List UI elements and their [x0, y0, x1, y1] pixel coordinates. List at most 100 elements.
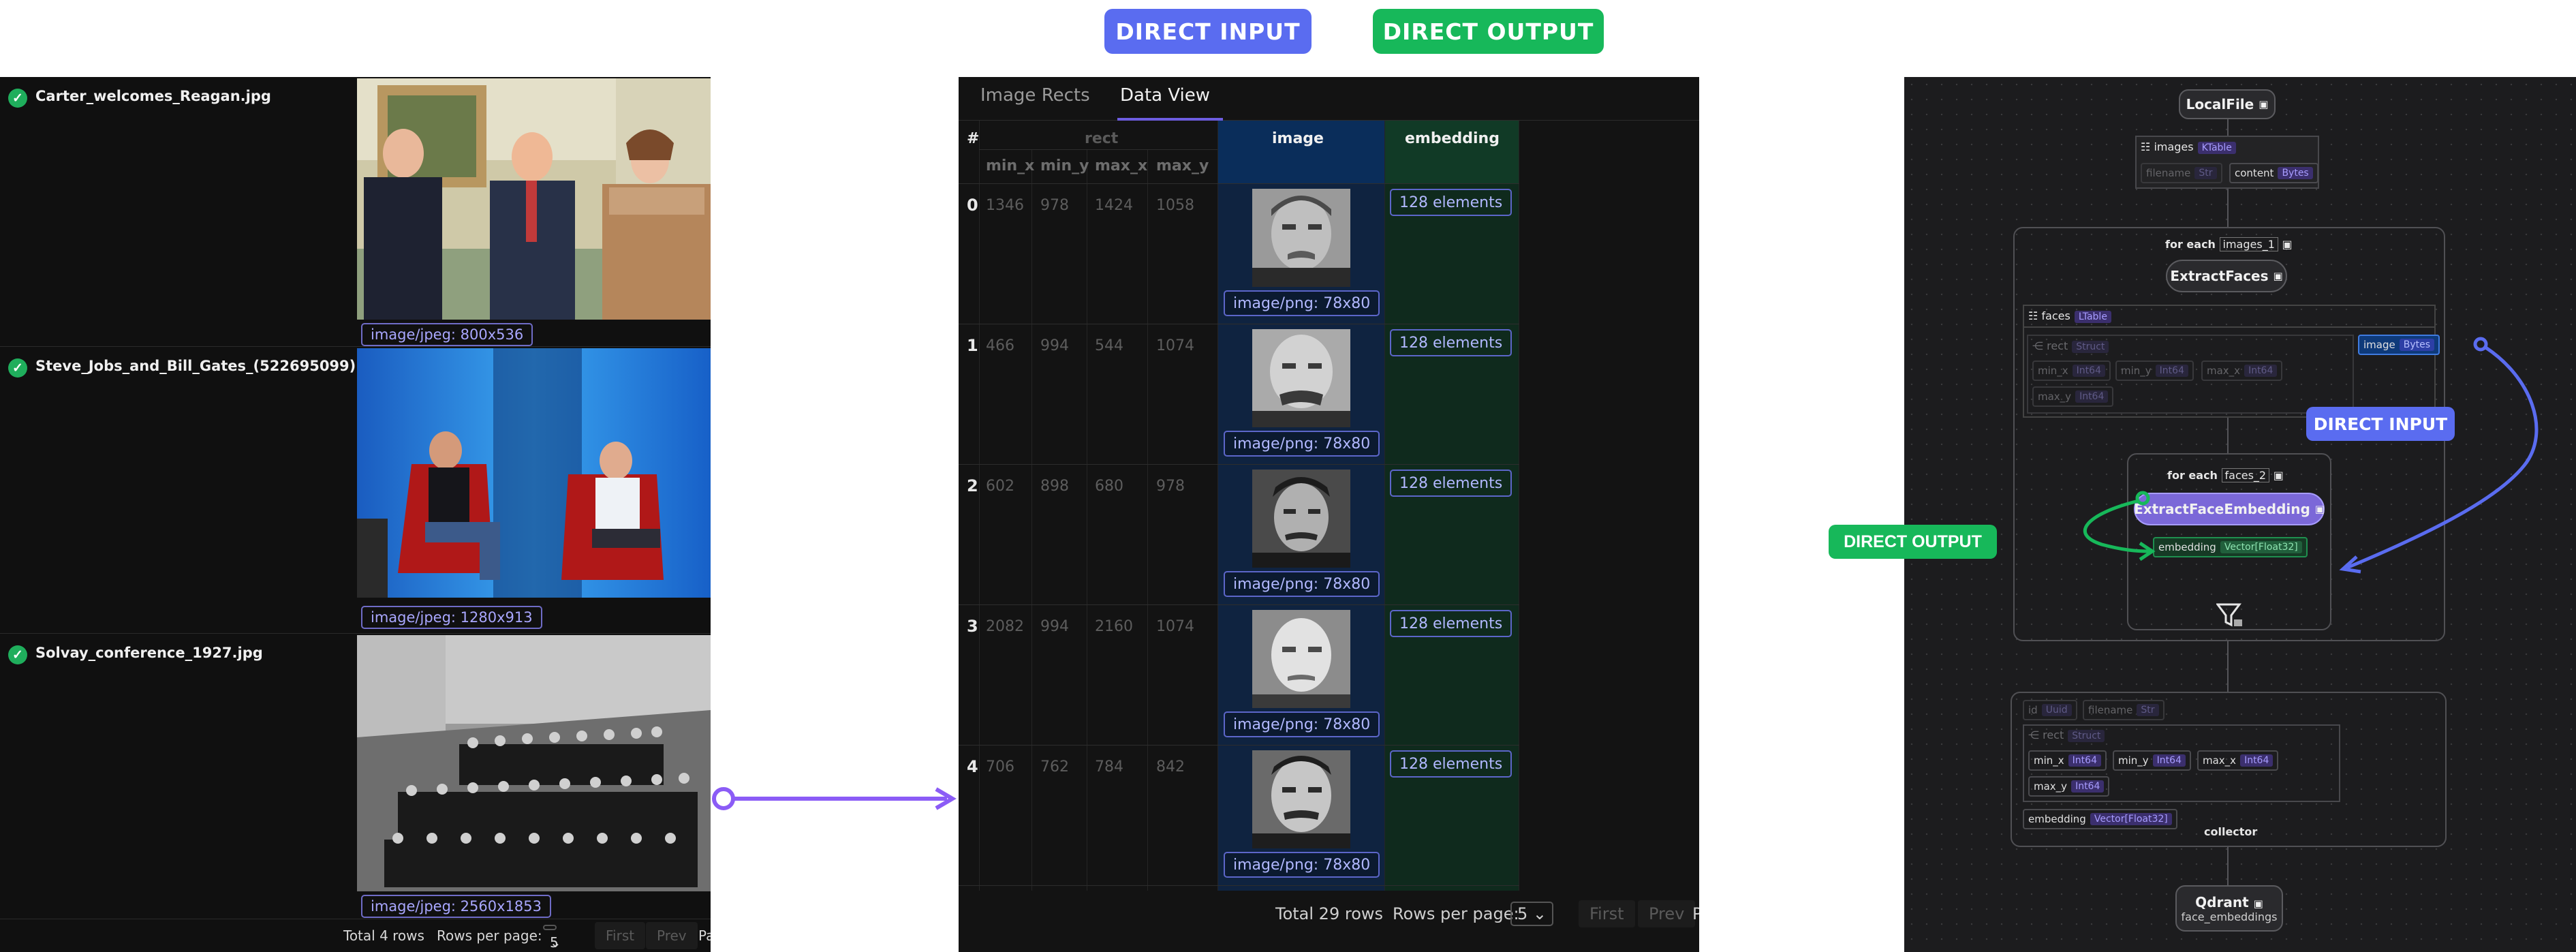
face-thumbnail[interactable]	[1252, 189, 1350, 287]
collection-name: face_embeddings	[2181, 910, 2278, 923]
prev-page-button[interactable]: Prev	[1638, 900, 1696, 927]
row-index: 3	[967, 617, 978, 636]
image-header: image	[1272, 130, 1324, 147]
field-id[interactable]: id Uuid	[2023, 700, 2077, 720]
field-name: id	[2028, 704, 2038, 716]
row-index: 0	[967, 196, 978, 215]
collect-funnel-icon[interactable]	[2216, 602, 2244, 629]
field-max-y[interactable]: max_y Int64	[2028, 776, 2110, 797]
field-name: min_x	[2034, 754, 2064, 767]
list-item[interactable]: ✓ Solvay_conference_1927.jpg image/jpeg:…	[0, 634, 711, 919]
collector-label: collector	[2204, 825, 2258, 838]
page-label: Pa	[698, 927, 711, 944]
content-badge[interactable]: image/jpeg: 800x536	[361, 323, 533, 346]
extract-faces-node[interactable]: ExtractFaces ▣	[2166, 260, 2287, 292]
chevron-down-icon: ⌄	[550, 934, 561, 951]
direct-input-label: DIRECT INPUT	[1104, 9, 1312, 54]
image-badge[interactable]: image/png: 78x80	[1224, 571, 1380, 597]
page-label: P	[1692, 904, 1699, 923]
rows-per-page-label: Rows per page:	[1393, 904, 1519, 923]
content-badge[interactable]: image/jpeg: 2560x1853	[361, 895, 551, 918]
node-icon: ▣	[2282, 238, 2293, 251]
prev-page-button[interactable]: Prev	[646, 922, 698, 949]
image-badge[interactable]: image/png: 78x80	[1224, 711, 1380, 737]
pagination-footer: Total 4 rows Rows per page: 5 ⌄ First Pr…	[0, 919, 711, 952]
rows-per-page-select[interactable]: 5 ⌄	[543, 925, 561, 951]
max-y-value: 1074	[1156, 618, 1194, 635]
field-name: embedding	[2028, 813, 2086, 825]
qdrant-node[interactable]: Qdrant ▣ face_embeddings	[2175, 885, 2283, 932]
direct-input-arrow	[2339, 337, 2539, 574]
image-badge[interactable]: image/png: 78x80	[1224, 431, 1380, 457]
tab-data-view[interactable]: Data View	[1120, 85, 1210, 106]
field-max-x[interactable]: max_x Int64	[2197, 750, 2279, 771]
list-item[interactable]: ✓ Steve_Jobs_and_Bill_Gates_(522695099).…	[0, 347, 711, 634]
field-min-x[interactable]: min_x Int64	[2032, 360, 2111, 381]
local-file-node[interactable]: LocalFile ▣	[2179, 89, 2276, 119]
rows-per-page-select[interactable]: 5 ⌄	[1510, 902, 1554, 926]
image-thumbnail[interactable]	[357, 348, 711, 598]
field-max-x[interactable]: max_x Int64	[2201, 360, 2283, 381]
source-files-panel: ✓ Carter_welcomes_Reagan.jpg image/jpeg:…	[0, 77, 711, 952]
file-name: Steve_Jobs_and_Bill_Gates_(522695099).jp…	[35, 358, 387, 374]
type-badge: Int64	[2244, 365, 2278, 377]
face-thumbnail[interactable]	[1252, 329, 1350, 427]
field-name: min_x	[2038, 365, 2068, 377]
field-name: filename	[2088, 704, 2133, 716]
rect-struct[interactable]: ⋲ rect Struct min_x Int64 min_y Int64 max_x…	[2027, 335, 2354, 414]
image-thumbnail[interactable]	[357, 78, 711, 320]
type-badge: KTable	[2197, 142, 2236, 154]
image-thumbnail[interactable]	[357, 635, 711, 891]
for-each-text: for each	[2165, 238, 2216, 251]
max-x-value: 544	[1095, 337, 1123, 354]
images-table[interactable]: ☷ images KTable filename Str content Bytes	[2135, 136, 2319, 189]
flow-graph-panel: LocalFile ▣ ☷ images KTable filename Str c…	[1904, 77, 2576, 952]
face-thumbnail[interactable]	[1252, 750, 1350, 848]
field-content[interactable]: content Bytes	[2229, 163, 2318, 183]
type-badge: Int64	[2072, 365, 2105, 377]
tab-bar: Image Rects Data View	[959, 77, 1699, 121]
type-badge: Int64	[2071, 780, 2105, 793]
tab-image-rects[interactable]: Image Rects	[980, 85, 1090, 106]
field-max-y[interactable]: max_y Int64	[2032, 386, 2114, 407]
rows-per-page-label: Rows per page:	[437, 927, 542, 944]
node-icon: ▣	[2273, 469, 2284, 482]
node-icon: ▣	[2259, 98, 2269, 110]
node-icon: ▣	[2253, 897, 2263, 910]
min-y-value: 994	[1040, 618, 1069, 635]
list-item[interactable]: ✓ Carter_welcomes_Reagan.jpg image/jpeg:…	[0, 77, 711, 347]
field-min-y[interactable]: min_y Int64	[2115, 360, 2194, 381]
type-badge: Struct	[2068, 730, 2105, 742]
min-y-value: 978	[1040, 197, 1069, 214]
max-x-value: 1424	[1095, 197, 1133, 214]
type-badge: Str	[2137, 704, 2159, 716]
field-embedding[interactable]: embedding Vector[Float32]	[2023, 809, 2177, 829]
first-page-button[interactable]: First	[595, 922, 646, 949]
embedding-badge[interactable]: 128 elements	[1390, 189, 1512, 216]
row-index: 4	[967, 757, 978, 776]
embedding-badge[interactable]: 128 elements	[1390, 470, 1512, 497]
embedding-badge[interactable]: 128 elements	[1390, 329, 1512, 356]
min-y-value: 994	[1040, 337, 1069, 354]
face-thumbnail[interactable]	[1252, 610, 1350, 708]
content-badge[interactable]: image/jpeg: 1280x913	[361, 606, 542, 629]
embedding-badge[interactable]: 128 elements	[1390, 610, 1512, 637]
min-x-value: 1346	[986, 197, 1024, 214]
image-badge[interactable]: image/png: 78x80	[1224, 852, 1380, 878]
face-thumbnail[interactable]	[1252, 470, 1350, 568]
max-x-value: 784	[1095, 758, 1123, 776]
field-filename[interactable]: filename Str	[2141, 163, 2222, 183]
direct-output-tag: DIRECT OUTPUT	[1829, 525, 1997, 559]
collector-rect-struct[interactable]: ⋲ rect Struct min_x Int64 min_y Int64 max_x…	[2023, 724, 2340, 802]
image-badge[interactable]: image/png: 78x80	[1224, 290, 1380, 316]
struct-name: rect	[2043, 728, 2064, 741]
chevron-down-icon: ⌄	[1532, 904, 1547, 923]
field-name: min_y	[2121, 365, 2152, 377]
table-name: faces	[2041, 309, 2070, 322]
field-filename[interactable]: filename Str	[2083, 700, 2164, 720]
embedding-badge[interactable]: 128 elements	[1390, 750, 1512, 778]
min-x-value: 706	[986, 758, 1014, 776]
field-min-y[interactable]: min_y Int64	[2113, 750, 2191, 771]
first-page-button[interactable]: First	[1579, 900, 1635, 927]
field-min-x[interactable]: min_x Int64	[2028, 750, 2107, 771]
